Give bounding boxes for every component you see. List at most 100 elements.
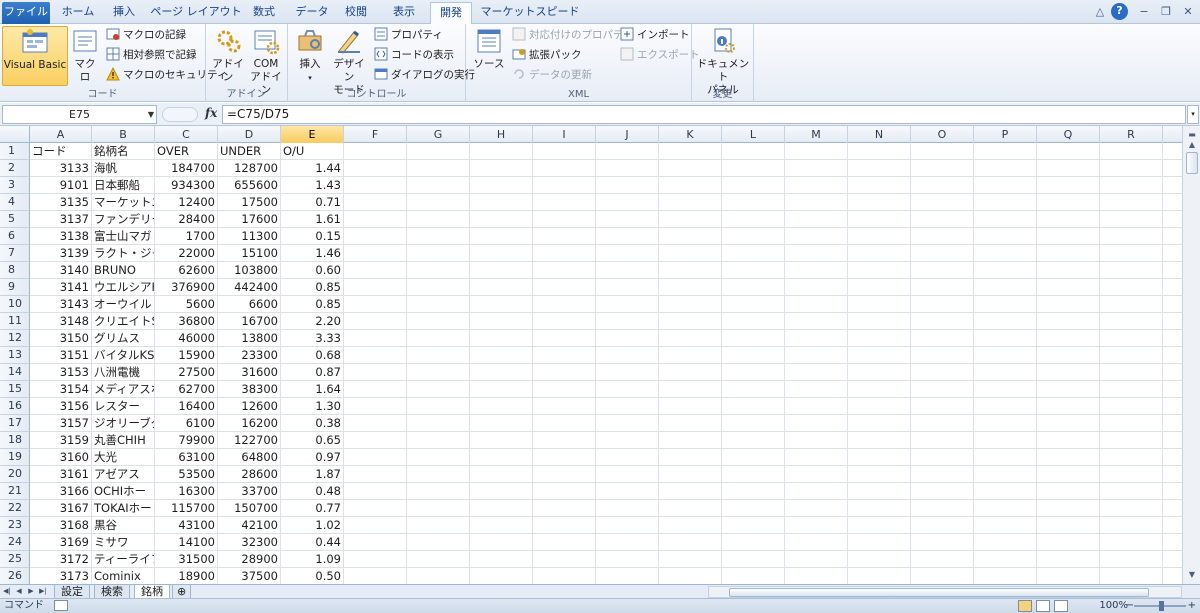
row-header[interactable]: 16 xyxy=(0,398,30,415)
cell-d[interactable]: 15100 xyxy=(218,245,281,261)
tab-page-layout[interactable]: ページ レイアウト xyxy=(150,2,242,24)
column-header[interactable]: A xyxy=(30,126,92,143)
chevron-down-icon[interactable]: ▼ xyxy=(148,106,154,123)
cell-d[interactable]: 128700 xyxy=(218,160,281,176)
cell-c[interactable]: 79900 xyxy=(155,432,218,448)
row-header[interactable]: 15 xyxy=(0,381,30,398)
row-header[interactable]: 11 xyxy=(0,313,30,330)
cell-c[interactable]: 15900 xyxy=(155,347,218,363)
help-icon[interactable]: ? xyxy=(1111,3,1128,20)
tab-data[interactable]: データ xyxy=(290,2,334,24)
row-header[interactable]: 22 xyxy=(0,500,30,517)
cell-b[interactable]: 八洲電機 xyxy=(92,364,155,380)
row-header[interactable]: 1 xyxy=(0,143,30,160)
cell-c[interactable]: 376900 xyxy=(155,279,218,295)
cell-b[interactable]: ミサワ xyxy=(92,534,155,550)
cell-e[interactable]: 0.77 xyxy=(281,500,344,516)
row-header[interactable]: 10 xyxy=(0,296,30,313)
cell-b[interactable]: レスター xyxy=(92,398,155,414)
cell-e[interactable]: 0.87 xyxy=(281,364,344,380)
cell-d[interactable]: 42100 xyxy=(218,517,281,533)
cell-e[interactable]: 1.44 xyxy=(281,160,344,176)
cell-c[interactable]: 1700 xyxy=(155,228,218,244)
cell-b[interactable]: ティーライフ xyxy=(92,551,155,567)
cell-e[interactable]: 0.50 xyxy=(281,568,344,584)
column-header[interactable]: N xyxy=(848,126,911,143)
cell-b[interactable]: TOKAIホー xyxy=(92,500,155,516)
column-header[interactable]: E xyxy=(281,126,344,143)
tab-view[interactable]: 表示 xyxy=(384,2,424,24)
row-header[interactable]: 14 xyxy=(0,364,30,381)
cell-e[interactable]: 1.02 xyxy=(281,517,344,533)
tab-developer[interactable]: 開発 xyxy=(430,2,472,25)
cell-b[interactable]: グリムス xyxy=(92,330,155,346)
worksheet-grid[interactable]: ABCDEFGHIJKLMNOPQR 1 コード 銘柄名 OVER UNDER O/U 2 3… xyxy=(0,126,1182,584)
cell-e[interactable]: 0.15 xyxy=(281,228,344,244)
cell-b[interactable]: 丸善CHIH xyxy=(92,432,155,448)
run-dialog-button[interactable]: ダイアログの実行 xyxy=(374,66,475,84)
tab-marketspeed[interactable]: マーケットスピード II xyxy=(480,2,580,38)
cell-b[interactable]: ファンデリー xyxy=(92,211,155,227)
column-header[interactable]: F xyxy=(344,126,407,143)
cell-b[interactable]: マーケットエ xyxy=(92,194,155,210)
row-header[interactable]: 13 xyxy=(0,347,30,364)
cell-d[interactable]: 37500 xyxy=(218,568,281,584)
zoom-slider-knob[interactable] xyxy=(1159,601,1164,611)
row-header[interactable]: 9 xyxy=(0,279,30,296)
sheet-tab-settings[interactable]: 設定 xyxy=(54,585,90,599)
cell-b[interactable]: 銘柄名 xyxy=(92,143,155,159)
cell-c[interactable]: 184700 xyxy=(155,160,218,176)
cell-a[interactable]: 3148 xyxy=(30,313,92,329)
last-sheet-icon[interactable]: ▶| xyxy=(38,585,48,598)
cell-c[interactable]: 934300 xyxy=(155,177,218,193)
column-header[interactable]: G xyxy=(407,126,470,143)
row-header[interactable]: 4 xyxy=(0,194,30,211)
vertical-scroll-thumb[interactable] xyxy=(1186,152,1198,174)
column-header[interactable]: B xyxy=(92,126,155,143)
cell-c[interactable]: 5600 xyxy=(155,296,218,312)
cell-c[interactable]: 16300 xyxy=(155,483,218,499)
cell-a[interactable]: 3143 xyxy=(30,296,92,312)
cell-e[interactable]: 1.46 xyxy=(281,245,344,261)
cell-d[interactable]: 28900 xyxy=(218,551,281,567)
cell-d[interactable]: 122700 xyxy=(218,432,281,448)
cell-e[interactable]: 0.60 xyxy=(281,262,344,278)
tab-formulas[interactable]: 数式 xyxy=(246,2,282,24)
column-header[interactable]: H xyxy=(470,126,533,143)
cell-a[interactable]: 3150 xyxy=(30,330,92,346)
cell-a[interactable]: 3141 xyxy=(30,279,92,295)
row-header[interactable]: 23 xyxy=(0,517,30,534)
cell-a[interactable]: 3133 xyxy=(30,160,92,176)
xml-source-button[interactable]: ソース xyxy=(470,26,508,71)
normal-view-icon[interactable] xyxy=(1018,600,1032,612)
cell-b[interactable]: クリエイトS xyxy=(92,313,155,329)
prev-sheet-icon[interactable]: ◀ xyxy=(14,585,24,598)
page-layout-view-icon[interactable] xyxy=(1036,600,1050,612)
row-header[interactable]: 24 xyxy=(0,534,30,551)
cell-a[interactable]: 3156 xyxy=(30,398,92,414)
cell-d[interactable]: 17600 xyxy=(218,211,281,227)
first-sheet-icon[interactable]: ◀| xyxy=(2,585,12,598)
cell-a[interactable]: コード xyxy=(30,143,92,159)
cell-a[interactable]: 9101 xyxy=(30,177,92,193)
column-header[interactable]: D xyxy=(218,126,281,143)
cell-d[interactable]: 655600 xyxy=(218,177,281,193)
cell-a[interactable]: 3151 xyxy=(30,347,92,363)
column-header[interactable]: I xyxy=(533,126,596,143)
cell-a[interactable]: 3159 xyxy=(30,432,92,448)
cell-a[interactable]: 3157 xyxy=(30,415,92,431)
row-header[interactable]: 21 xyxy=(0,483,30,500)
cell-a[interactable]: 3169 xyxy=(30,534,92,550)
cell-a[interactable]: 3172 xyxy=(30,551,92,567)
row-header[interactable]: 12 xyxy=(0,330,30,347)
cell-e[interactable]: 1.09 xyxy=(281,551,344,567)
row-header[interactable]: 19 xyxy=(0,449,30,466)
cell-c[interactable]: 28400 xyxy=(155,211,218,227)
tab-insert[interactable]: 挿入 xyxy=(104,2,144,24)
cell-c[interactable]: 16400 xyxy=(155,398,218,414)
macro-button[interactable]: マクロ xyxy=(70,26,100,84)
zoom-level[interactable]: 100% xyxy=(1099,599,1128,613)
cell-b[interactable]: Cominix xyxy=(92,568,155,584)
cell-d[interactable]: 442400 xyxy=(218,279,281,295)
cell-b[interactable]: 富士山マガ xyxy=(92,228,155,244)
